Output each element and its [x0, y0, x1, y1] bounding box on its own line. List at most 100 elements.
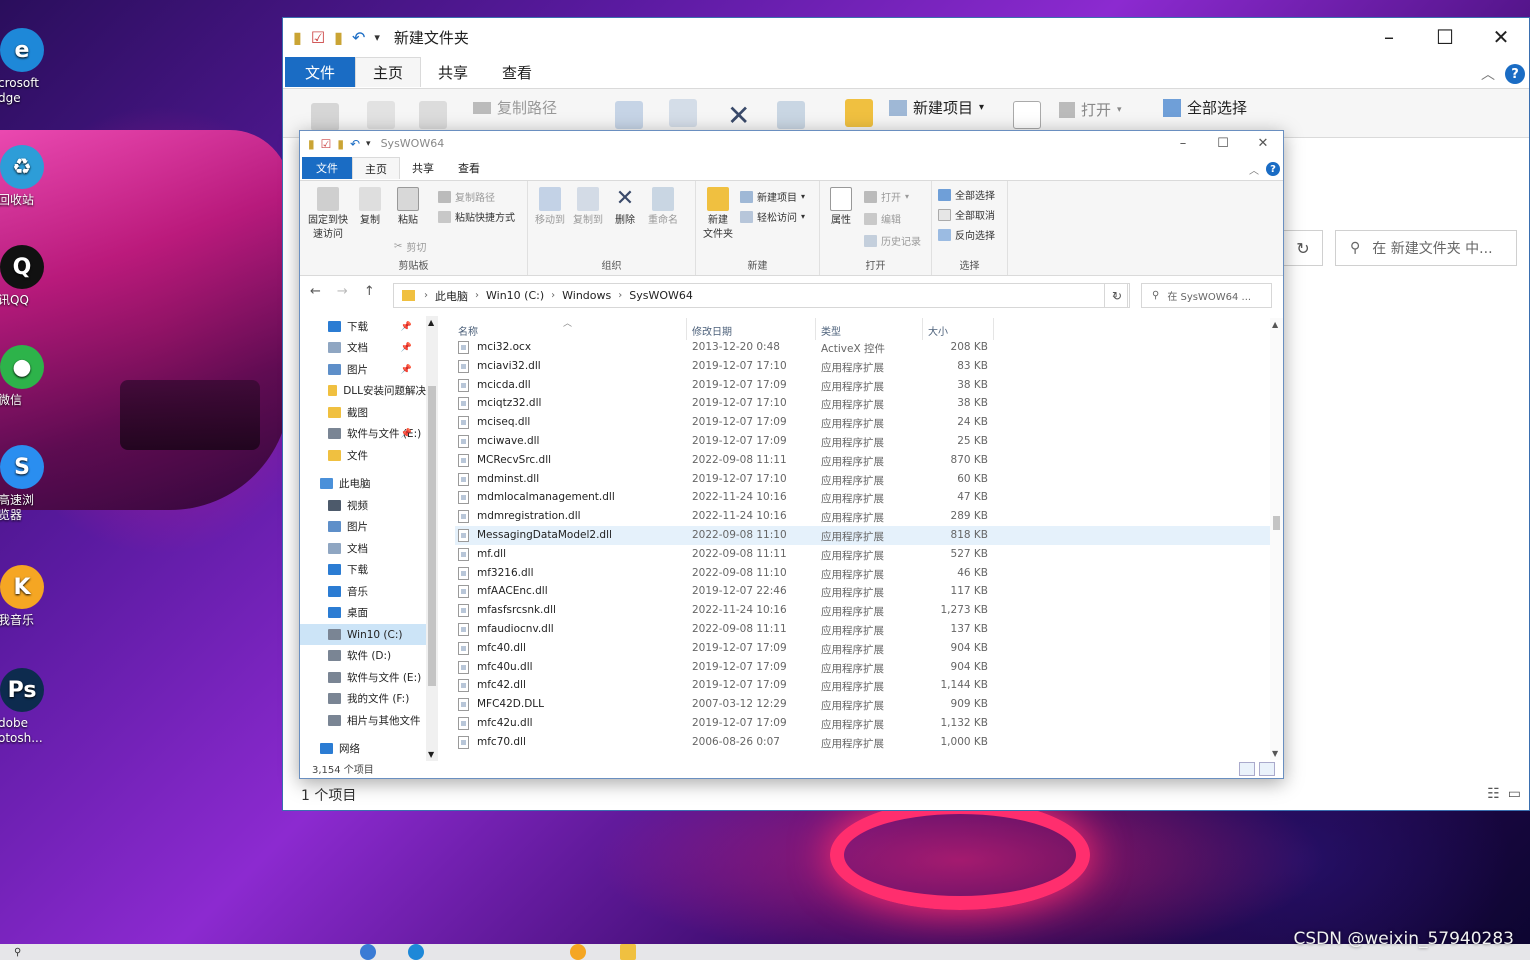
file-row[interactable]: mdmlocalmanagement.dll 2022-11-24 10:16 应用… — [455, 488, 1270, 507]
breadcrumb-windows[interactable]: Windows — [562, 289, 611, 302]
file-row[interactable]: mfc40u.dll 2019-12-07 17:09 应用程序扩展 904 KB — [455, 658, 1270, 677]
tab-file[interactable]: 文件 — [302, 157, 352, 179]
scroll-down-icon[interactable]: ▼ — [1272, 749, 1278, 758]
close-button[interactable]: ✕ — [1243, 131, 1283, 156]
refresh-button[interactable]: ↻ — [1283, 230, 1323, 266]
copy-to-icon[interactable] — [669, 99, 697, 127]
nav-item[interactable]: 文档 📌 — [300, 337, 426, 358]
nav-item[interactable]: 此电脑 — [300, 473, 426, 494]
desktop-shortcut[interactable]: K 我音乐 — [0, 565, 58, 628]
properties-icon[interactable]: ☑ — [321, 137, 332, 151]
desktop-shortcut[interactable]: S 高速浏 览器 — [0, 445, 58, 523]
file-row[interactable]: MessagingDataModel2.dll 2022-09-08 11:10 应… — [455, 525, 1270, 545]
large-icons-view-icon[interactable] — [1259, 762, 1275, 776]
maximize-button[interactable]: ☐ — [1203, 131, 1243, 156]
nav-item[interactable]: 下载 📌 — [300, 316, 426, 337]
nav-item[interactable]: 软件与文件 (E:) 📌 — [300, 423, 426, 444]
file-row[interactable]: mciwave.dll 2019-12-07 17:09 应用程序扩展 25 KB — [455, 432, 1270, 451]
column-name[interactable]: 名称 — [458, 323, 478, 338]
help-icon[interactable]: ? — [1505, 64, 1525, 84]
copy-button[interactable]: 复制 — [352, 187, 388, 228]
column-type[interactable]: 类型 — [821, 323, 841, 338]
scroll-thumb[interactable] — [1273, 516, 1280, 530]
paste-button[interactable]: 粘贴 — [390, 187, 426, 228]
search-box[interactable]: ⚲ 在 新建文件夹 中... — [1335, 230, 1517, 266]
select-all-button[interactable]: 全部选择 — [1163, 97, 1247, 118]
file-row[interactable]: mf3216.dll 2022-09-08 11:10 应用程序扩展 46 KB — [455, 564, 1270, 583]
nav-item[interactable]: 文件 — [300, 445, 426, 466]
scroll-down-icon[interactable]: ▼ — [428, 750, 434, 759]
new-item-button[interactable]: 新建项目 ▾ — [740, 189, 805, 204]
file-row[interactable]: mfasfsrcsnk.dll 2022-11-24 10:16 应用程序扩展 1,2… — [455, 601, 1270, 620]
taskbar-search[interactable]: ⚲ — [14, 944, 21, 960]
file-row[interactable]: MFC42D.DLL 2007-03-12 12:29 应用程序扩展 909 KB — [455, 695, 1270, 714]
taskbar-app[interactable] — [570, 944, 586, 960]
refresh-button[interactable]: ↻ — [1104, 283, 1130, 308]
file-row[interactable]: mciseq.dll 2019-12-07 17:09 应用程序扩展 24 KB — [455, 413, 1270, 432]
undo-icon[interactable]: ↶ — [352, 28, 365, 47]
desktop-shortcut[interactable]: e crosoft dge — [0, 28, 58, 106]
taskbar-app[interactable] — [408, 944, 424, 960]
properties-button[interactable]: 属性 — [822, 187, 860, 228]
file-row[interactable]: mcicda.dll 2019-12-07 17:09 应用程序扩展 38 KB — [455, 376, 1270, 395]
select-none-button[interactable]: 全部取消 — [938, 207, 995, 222]
tab-file[interactable]: 文件 — [285, 57, 356, 87]
file-row[interactable]: mfc42.dll 2019-12-07 17:09 应用程序扩展 1,144 KB — [455, 676, 1270, 695]
file-row[interactable]: mf.dll 2022-09-08 11:11 应用程序扩展 527 KB — [455, 545, 1270, 564]
customize-qa-icon[interactable]: ▾ — [374, 31, 380, 44]
file-row[interactable]: mciavi32.dll 2019-12-07 17:10 应用程序扩展 83 KB — [455, 357, 1270, 376]
open-button[interactable]: 打开 ▾ — [1059, 99, 1122, 120]
tab-view[interactable]: 查看 — [485, 57, 549, 87]
select-all-button[interactable]: 全部选择 — [938, 187, 995, 202]
nav-item[interactable]: Win10 (C:) — [300, 624, 426, 645]
paste-shortcut-button[interactable]: 粘贴快捷方式 — [438, 209, 515, 224]
file-row[interactable]: mfc70.dll 2006-08-26 0:07 应用程序扩展 1,000 KB — [455, 733, 1270, 752]
navigation-scrollbar[interactable]: ▲ ▼ — [426, 316, 438, 761]
file-row[interactable]: mci32.ocx 2013-12-20 0:48 ActiveX 控件 208 KB — [455, 338, 1270, 357]
file-list-scrollbar[interactable]: ▲ ▼ — [1270, 318, 1283, 760]
taskbar-app[interactable] — [620, 944, 636, 960]
delete-button[interactable]: ✕ 删除 — [610, 187, 640, 228]
move-to-button[interactable]: 移动到 — [530, 187, 570, 228]
nav-item[interactable]: 相片与其他文件 — [300, 710, 426, 731]
tab-share[interactable]: 共享 — [421, 57, 485, 87]
file-row[interactable]: mdminst.dll 2019-12-07 17:10 应用程序扩展 60 KB — [455, 470, 1270, 489]
paste-icon[interactable] — [419, 101, 447, 129]
file-row[interactable]: mciqtz32.dll 2019-12-07 17:10 应用程序扩展 38 KB — [455, 394, 1270, 413]
details-view-icon[interactable]: ☷ — [1487, 786, 1500, 802]
new-folder-icon[interactable]: ▮ — [334, 28, 343, 47]
taskbar-app[interactable] — [360, 944, 376, 960]
new-folder-button[interactable]: 新建 文件夹 — [698, 187, 738, 242]
nav-item[interactable]: 音乐 — [300, 581, 426, 602]
desktop-shortcut[interactable]: ♻ 回收站 — [0, 145, 58, 208]
scroll-up-icon[interactable]: ▲ — [1272, 320, 1278, 329]
move-to-icon[interactable] — [615, 101, 643, 129]
file-row[interactable]: mfc40.dll 2019-12-07 17:09 应用程序扩展 904 KB — [455, 639, 1270, 658]
search-box[interactable]: ⚲ 在 SysWOW64 ... — [1141, 283, 1272, 308]
copy-to-button[interactable]: 复制到 — [568, 187, 608, 228]
large-icons-view-icon[interactable]: ▭ — [1508, 786, 1521, 802]
nav-item[interactable]: 图片 — [300, 516, 426, 537]
copy-path-button[interactable]: 复制路径 — [473, 97, 557, 118]
properties-icon[interactable]: ☑ — [311, 28, 325, 47]
copy-icon[interactable] — [367, 101, 395, 129]
properties-icon[interactable] — [1013, 101, 1041, 129]
file-row[interactable]: mfaudiocnv.dll 2022-09-08 11:11 应用程序扩展 137 … — [455, 620, 1270, 639]
close-button[interactable]: ✕ — [1473, 18, 1529, 56]
customize-qa-icon[interactable]: ▾ — [366, 139, 371, 149]
nav-item[interactable]: 桌面 — [300, 602, 426, 623]
history-button[interactable]: 历史记录 — [864, 233, 921, 248]
pin-icon[interactable] — [311, 103, 339, 131]
cut-button[interactable]: ✂ 剪切 — [394, 239, 426, 254]
file-row[interactable]: mfc42u.dll 2019-12-07 17:09 应用程序扩展 1,132 KB — [455, 714, 1270, 733]
easy-access-button[interactable]: 轻松访问 ▾ — [740, 209, 805, 224]
edit-button[interactable]: 编辑 — [864, 211, 901, 226]
nav-item[interactable]: 下载 — [300, 559, 426, 580]
new-folder-icon[interactable]: ▮ — [337, 137, 344, 151]
delete-icon[interactable]: ✕ — [727, 99, 750, 132]
tab-home[interactable]: 主页 — [352, 157, 400, 179]
file-row[interactable]: mfAACEnc.dll 2019-12-07 22:46 应用程序扩展 117 KB — [455, 582, 1270, 601]
file-row[interactable]: mdmregistration.dll 2022-11-24 10:16 应用程序扩… — [455, 507, 1270, 526]
breadcrumb-syswow64[interactable]: SysWOW64 — [629, 289, 693, 302]
invert-selection-button[interactable]: 反向选择 — [938, 227, 995, 242]
